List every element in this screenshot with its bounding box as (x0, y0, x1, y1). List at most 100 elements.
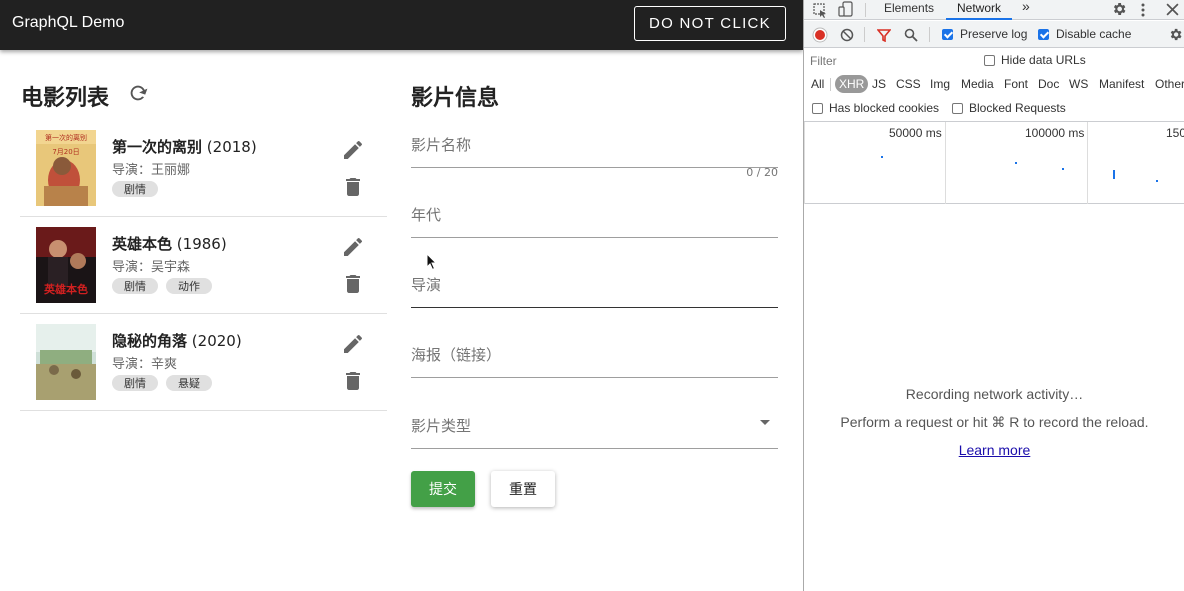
genre-tag: 剧情 (112, 181, 158, 197)
app-window: GraphQL Demo DO NOT CLICK 电影列表 第一次的离别 7月… (0, 0, 803, 591)
search-icon[interactable] (904, 28, 918, 42)
filter-icon[interactable] (877, 28, 891, 42)
disable-cache-checkbox[interactable] (1038, 29, 1049, 40)
genre-tag: 动作 (166, 278, 212, 294)
type-filter-manifest[interactable]: Manifest (1099, 75, 1144, 93)
year-field[interactable]: 年代 (411, 198, 778, 238)
devtools-tab-bar: Elements Network » (804, 0, 1184, 20)
network-settings-gear-icon[interactable] (1168, 27, 1183, 42)
movie-year: (2020) (191, 332, 242, 350)
char-counter: 0 / 20 (746, 166, 778, 179)
preserve-log-label: Preserve log (960, 27, 1028, 41)
devtools-panel: Elements Network » Preserve log Disable … (803, 0, 1184, 591)
blocked-requests-checkbox[interactable] (952, 103, 963, 114)
toolbar-divider (865, 3, 866, 17)
movie-director: 导演：王丽娜 (112, 163, 191, 178)
timeline-label: 50000 ms (889, 126, 942, 140)
edit-icon[interactable] (341, 138, 365, 162)
director-placeholder: 导演 (411, 276, 442, 294)
type-filter-img[interactable]: Img (930, 75, 950, 93)
request-mark (1113, 170, 1115, 179)
timeline-label: 100000 ms (1025, 126, 1085, 140)
timeline-gridline (804, 122, 805, 204)
year-placeholder: 年代 (411, 206, 442, 224)
type-filter-ws[interactable]: WS (1069, 75, 1088, 93)
toolbar-divider (929, 27, 930, 42)
delete-icon[interactable] (341, 272, 365, 296)
filter-bar: Hide data URLs All XHR JS CSS Img Media … (804, 49, 1184, 122)
tab-network[interactable]: Network (946, 0, 1012, 20)
svg-text:英雄本色: 英雄本色 (43, 282, 88, 296)
movie-name-field[interactable]: 影片名称 (411, 128, 778, 168)
settings-gear-icon[interactable] (1111, 1, 1127, 17)
type-filter-xhr[interactable]: XHR (835, 75, 869, 93)
network-overview-timeline[interactable]: 50000 ms 100000 ms 150 (804, 122, 1184, 204)
request-mark (881, 156, 883, 158)
director-field[interactable]: 导演 (411, 268, 778, 308)
kebab-menu-icon[interactable] (1139, 2, 1147, 18)
toolbar-divider (864, 27, 865, 42)
inspect-element-icon[interactable] (812, 2, 828, 18)
movie-poster-image: 英雄本色 (36, 227, 96, 303)
do-not-click-button[interactable]: DO NOT CLICK (634, 6, 786, 41)
delete-icon[interactable] (341, 175, 365, 199)
movie-year: (1986) (176, 235, 227, 253)
network-toolbar: Preserve log Disable cache (804, 21, 1184, 48)
type-filter-css[interactable]: CSS (896, 75, 921, 93)
blocked-cookies-checkbox[interactable] (812, 103, 823, 114)
reset-button[interactable]: 重置 (491, 471, 555, 507)
tab-elements[interactable]: Elements (884, 0, 934, 20)
type-filter-media[interactable]: Media (961, 75, 994, 93)
learn-more-link[interactable]: Learn more (804, 442, 1184, 458)
movie-name: 隐秘的角落 (112, 332, 188, 350)
type-filter-doc[interactable]: Doc (1038, 75, 1059, 93)
movie-list-item: 隐秘的角落 (2020) 导演：辛爽 剧情 悬疑 (20, 314, 387, 411)
edit-icon[interactable] (341, 332, 365, 356)
toolbar-divider (830, 78, 831, 91)
request-mark (1156, 180, 1158, 182)
movie-title: 隐秘的角落 (2020) (112, 330, 242, 351)
record-icon[interactable] (812, 27, 828, 43)
movie-name-placeholder: 影片名称 (411, 136, 472, 154)
refresh-icon[interactable] (127, 82, 149, 104)
blocked-cookies-label: Has blocked cookies (829, 101, 940, 115)
movie-director: 导演：吴宇森 (112, 260, 191, 275)
timeline-gridline (945, 122, 946, 204)
dropdown-arrow-icon[interactable] (760, 420, 770, 425)
filter-input[interactable] (810, 53, 970, 69)
movie-list-item: 英雄本色 英雄本色 (1986) 导演：吴宇森 剧情 动作 (20, 217, 387, 314)
app-bar: GraphQL Demo DO NOT CLICK (0, 0, 803, 50)
preserve-log-checkbox[interactable] (942, 29, 953, 40)
disable-cache-label: Disable cache (1056, 27, 1132, 41)
type-filter-other[interactable]: Other (1155, 75, 1184, 93)
more-tabs-icon[interactable]: » (1022, 0, 1030, 18)
delete-icon[interactable] (341, 369, 365, 393)
type-filter-all[interactable]: All (811, 75, 824, 93)
type-filter-font[interactable]: Font (1004, 75, 1028, 93)
movie-director: 导演：辛爽 (112, 357, 178, 372)
form-title: 影片信息 (411, 86, 500, 111)
movie-tags: 剧情 悬疑 (112, 375, 212, 391)
genre-select[interactable]: 影片类型 (411, 409, 778, 449)
device-toolbar-icon[interactable] (838, 1, 854, 18)
movie-list-title: 电影列表 (21, 86, 110, 111)
type-filter-js[interactable]: JS (872, 75, 886, 93)
request-mark (1015, 162, 1017, 164)
close-icon[interactable] (1166, 3, 1179, 16)
genre-tag: 剧情 (112, 278, 158, 294)
hide-data-urls-checkbox[interactable] (984, 55, 995, 66)
movie-name: 英雄本色 (112, 235, 173, 253)
movie-title: 英雄本色 (1986) (112, 233, 227, 254)
genre-tag: 剧情 (112, 375, 158, 391)
recording-message: Recording network activity… (905, 386, 1084, 402)
poster-url-field[interactable]: 海报（链接） (411, 338, 778, 378)
clear-icon[interactable] (840, 28, 854, 42)
app-title: GraphQL Demo (12, 14, 125, 31)
edit-icon[interactable] (341, 235, 365, 259)
timeline-gridline (1087, 122, 1088, 204)
movie-name: 第一次的离别 (112, 138, 203, 156)
svg-text:第一次的离别: 第一次的离别 (45, 133, 87, 142)
request-mark (1062, 168, 1064, 170)
submit-button[interactable]: 提交 (411, 471, 475, 507)
genre-placeholder: 影片类型 (411, 417, 472, 435)
